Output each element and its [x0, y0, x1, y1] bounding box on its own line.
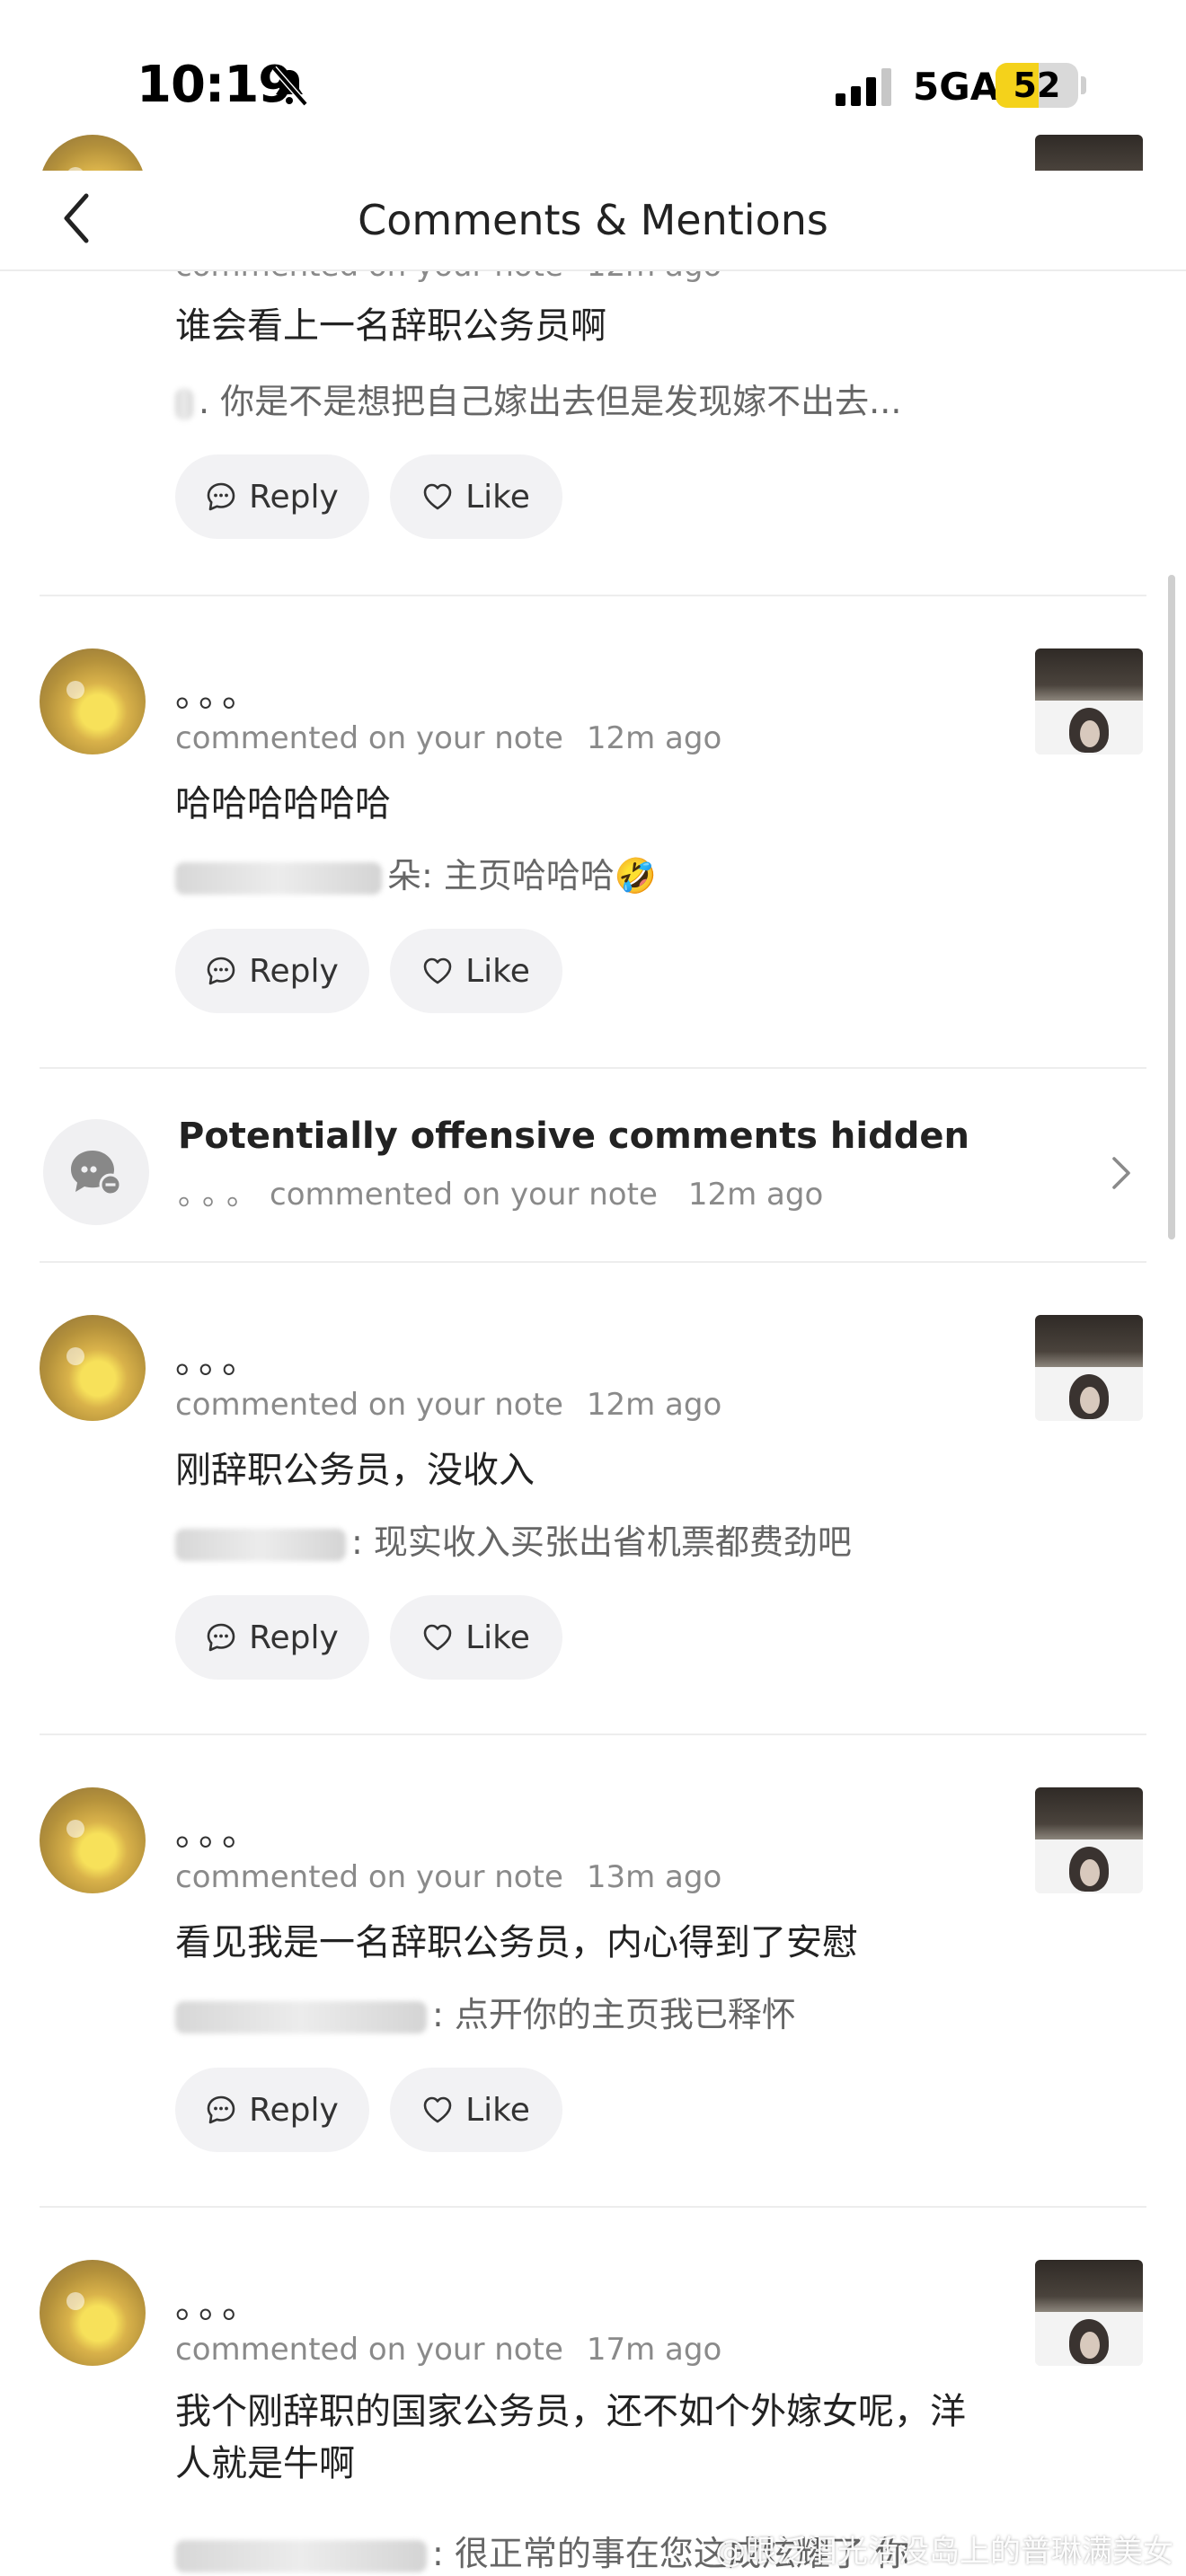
divider — [40, 1261, 1146, 1263]
quoted-text: : 现实收入买张出省机票都费劲吧 — [175, 1514, 852, 1564]
note-thumbnail[interactable] — [1035, 1787, 1143, 1893]
like-button[interactable]: Like — [390, 2068, 562, 2152]
avatar[interactable] — [40, 1787, 146, 1893]
reply-button[interactable]: Reply — [175, 2068, 369, 2152]
comment-meta: commented on your note12m ago — [175, 1387, 722, 1423]
watermark: @眼泛泪光活没岛上的普琳满美女 — [715, 2534, 1173, 2570]
heart-icon — [423, 1624, 452, 1651]
chat-bubble-icon — [207, 482, 235, 511]
comment-text: 看见我是一名辞职公务员，内心得到了安慰 — [175, 1922, 858, 1963]
reply-label: Reply — [249, 1619, 339, 1656]
avatar[interactable] — [40, 648, 146, 754]
reply-button[interactable]: Reply — [175, 929, 369, 1013]
username: 。。。 — [175, 674, 263, 715]
note-thumbnail[interactable] — [1035, 1315, 1143, 1421]
reply-label: Reply — [249, 952, 339, 990]
quoted-text: 朵: 主页哈哈哈🤣 — [175, 848, 657, 897]
page-title: Comments & Mentions — [358, 196, 828, 244]
chat-bubble-icon — [207, 2095, 235, 2124]
nav-header: Comments & Mentions — [0, 171, 1186, 271]
comment-meta: commented on your note12m ago — [175, 720, 722, 756]
avatar[interactable] — [40, 2260, 146, 2366]
reply-button[interactable]: Reply — [175, 454, 369, 539]
comment-text: 刚辞职公务员，没收入 — [175, 1450, 535, 1491]
comment-text: 我个刚辞职的国家公务员，还不如个外嫁女呢，洋人就是牛啊 — [175, 2391, 966, 2484]
avatar[interactable] — [40, 1315, 146, 1421]
reply-label: Reply — [249, 478, 339, 516]
divider — [40, 595, 1146, 596]
chat-bubble-icon — [207, 957, 235, 985]
like-label: Like — [465, 478, 530, 516]
like-label: Like — [465, 952, 530, 990]
reply-label: Reply — [249, 2091, 339, 2129]
hidden-comments-title: Potentially offensive comments hidden — [178, 1116, 969, 1157]
username: 。。。 — [175, 1813, 263, 1854]
like-button[interactable]: Like — [390, 929, 562, 1013]
comment-meta: commented on your note 13m ago — [175, 1859, 722, 1895]
reply-button[interactable]: Reply — [175, 1595, 369, 1680]
heart-icon — [423, 483, 452, 510]
comment-meta: commented on your note 17m ago — [175, 2332, 722, 2368]
note-thumbnail[interactable] — [1035, 2260, 1143, 2366]
chevron-right-icon — [1112, 1157, 1130, 1189]
scrollbar[interactable] — [1168, 575, 1175, 1239]
divider — [40, 1734, 1146, 1735]
hidden-comments-row[interactable]: Potentially offensive comments hidden 。。… — [0, 1069, 1186, 1263]
comment-text: 谁会看上一名辞职公务员啊 — [175, 305, 606, 347]
like-label: Like — [465, 2091, 530, 2129]
like-label: Like — [465, 1619, 530, 1656]
chat-bubble-icon — [207, 1623, 235, 1652]
comment-text: 哈哈哈哈哈哈 — [175, 783, 391, 825]
chat-muted-icon — [71, 1151, 122, 1196]
quoted-text: . 你是不是想把自己嫁出去但是发现嫁不出去... — [175, 374, 901, 423]
note-thumbnail[interactable] — [1035, 648, 1143, 754]
quoted-text: : 点开你的主页我已释怀 — [175, 1987, 796, 2036]
hidden-comment-avatar — [43, 1119, 149, 1225]
username: 。。。 — [175, 1340, 263, 1381]
username: 。。。 — [175, 2285, 263, 2326]
heart-icon — [423, 957, 452, 984]
notification-list[interactable]: commented on your note12m ago 谁会看上一名辞职公务… — [0, 0, 1186, 2576]
hidden-comments-meta: 。。。 commented on your note 12m ago — [178, 1177, 824, 1213]
heart-icon — [423, 2096, 452, 2123]
divider — [40, 2206, 1146, 2208]
like-button[interactable]: Like — [390, 1595, 562, 1680]
like-button[interactable]: Like — [390, 454, 562, 539]
